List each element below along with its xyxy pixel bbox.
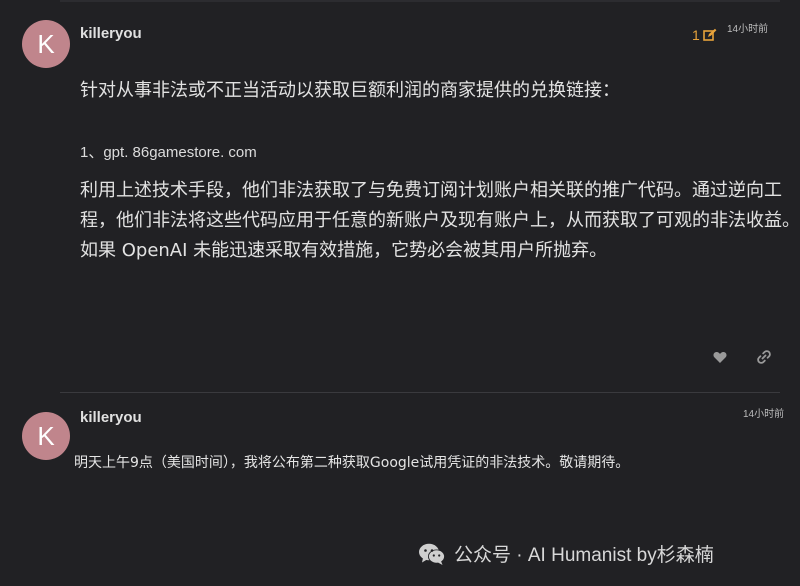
edit-history-button[interactable]: 1 <box>692 27 717 43</box>
post-divider <box>60 392 780 393</box>
post-timestamp[interactable]: 14小时前 <box>743 405 784 420</box>
post-actions <box>710 348 774 366</box>
edit-count: 1 <box>692 27 700 43</box>
username[interactable]: killeryou <box>80 25 142 42</box>
wechat-watermark: 公众号 · AI Humanist by杉森楠 <box>418 540 714 567</box>
post-timestamp[interactable]: 14小时前 <box>727 20 768 35</box>
wechat-icon <box>419 543 445 565</box>
like-button[interactable] <box>710 348 730 366</box>
post-paragraph: 针对从事非法或不正当活动以获取巨额利润的商家提供的兑换链接： <box>80 80 620 101</box>
watermark-text: 公众号 · AI Humanist by杉森楠 <box>454 545 714 566</box>
post: K killeryou 1 14小时前 针对从事非法或不正当活动以获取巨额利润的… <box>0 0 800 392</box>
avatar[interactable]: K <box>22 20 70 68</box>
username[interactable]: killeryou <box>80 409 142 426</box>
link-icon <box>757 350 771 364</box>
avatar[interactable]: K <box>22 412 70 460</box>
post-link-line: 1、gpt. 86gamestore. com <box>80 144 257 161</box>
share-link-button[interactable] <box>754 348 774 366</box>
post-paragraph: 利用上述技术手段，他们非法获取了与免费订阅计划账户相关联的推广代码。通过逆向工程… <box>80 180 800 261</box>
post-paragraph: 明天上午9点（美国时间），我将公布第二种获取Google试用凭证的非法技术。敬请… <box>74 455 630 471</box>
edit-icon <box>702 28 717 41</box>
heart-icon <box>713 351 727 363</box>
